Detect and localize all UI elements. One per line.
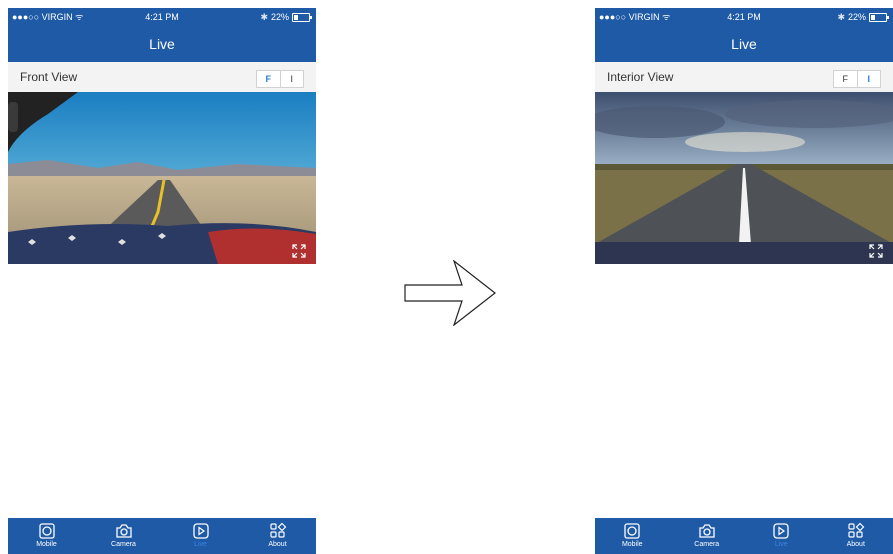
front-road-image <box>8 92 316 264</box>
play-icon <box>192 523 209 539</box>
toggle-interior-button[interactable]: I <box>858 71 881 87</box>
status-bar: ●●●○○ VIRGIN ᯤ 4:21 PM ✱ 22% <box>8 8 316 26</box>
battery-status: ✱ 22% <box>260 8 312 26</box>
view-label: Interior View <box>607 70 674 84</box>
tab-bar: Mobile Camera Live About <box>8 518 316 554</box>
fullscreen-icon[interactable] <box>292 244 306 258</box>
view-bar: Front View F I <box>8 62 316 92</box>
nav-title: Live <box>595 26 893 62</box>
interior-road-image <box>595 92 893 264</box>
tab-mobile[interactable]: Mobile <box>602 518 662 550</box>
phone-screen-interior: ●●●○○ VIRGIN ᯤ 4:21 PM ✱ 22% Live Interi… <box>595 8 893 554</box>
fullscreen-icon[interactable] <box>869 244 883 258</box>
tab-label: Live <box>194 541 207 548</box>
battery-icon <box>292 12 312 22</box>
tab-label: Mobile <box>621 541 643 548</box>
mobile-icon <box>624 523 640 539</box>
live-video-front[interactable] <box>8 92 316 264</box>
play-icon <box>773 523 789 539</box>
tab-bar: Mobile Camera Live About <box>595 518 893 554</box>
view-toggle: F I <box>256 70 304 88</box>
tab-about[interactable]: About <box>248 518 308 550</box>
view-toggle: F I <box>833 70 881 88</box>
tab-label: About <box>268 541 287 548</box>
tab-label: Camera <box>694 541 720 548</box>
tab-label: About <box>846 541 865 548</box>
tab-camera[interactable]: Camera <box>94 518 154 550</box>
status-bar: ●●●○○ VIRGIN ᯤ 4:21 PM ✱ 22% <box>595 8 893 26</box>
tab-camera[interactable]: Camera <box>677 518 737 550</box>
bluetooth-icon: ✱ <box>837 12 845 22</box>
toggle-front-button[interactable]: F <box>257 71 280 87</box>
tab-live[interactable]: Live <box>171 518 231 550</box>
bluetooth-icon: ✱ <box>260 12 268 22</box>
grid-icon <box>269 522 286 538</box>
battery-percent: 22% <box>847 12 866 22</box>
nav-title: Live <box>8 26 316 62</box>
live-video-interior[interactable] <box>595 92 893 264</box>
view-bar: Interior View F I <box>595 62 893 92</box>
camera-icon <box>699 524 715 538</box>
mobile-icon <box>38 523 55 539</box>
battery-icon <box>869 12 889 22</box>
tab-mobile[interactable]: Mobile <box>17 518 77 550</box>
tab-label: Mobile <box>36 541 57 548</box>
view-label: Front View <box>20 70 78 84</box>
grid-icon <box>848 522 865 538</box>
tab-label: Camera <box>111 541 136 548</box>
tab-live[interactable]: Live <box>751 518 811 550</box>
camera-icon <box>115 524 132 538</box>
battery-status: ✱ 22% <box>837 8 889 26</box>
phone-screen-front: ●●●○○ VIRGIN ᯤ 4:21 PM ✱ 22% Live Front … <box>8 8 316 554</box>
toggle-interior-button[interactable]: I <box>281 71 304 87</box>
battery-percent: 22% <box>270 12 289 22</box>
tab-label: Live <box>774 541 788 548</box>
arrow-right-icon <box>404 260 496 326</box>
toggle-front-button[interactable]: F <box>834 71 857 87</box>
tab-about[interactable]: About <box>826 518 886 550</box>
